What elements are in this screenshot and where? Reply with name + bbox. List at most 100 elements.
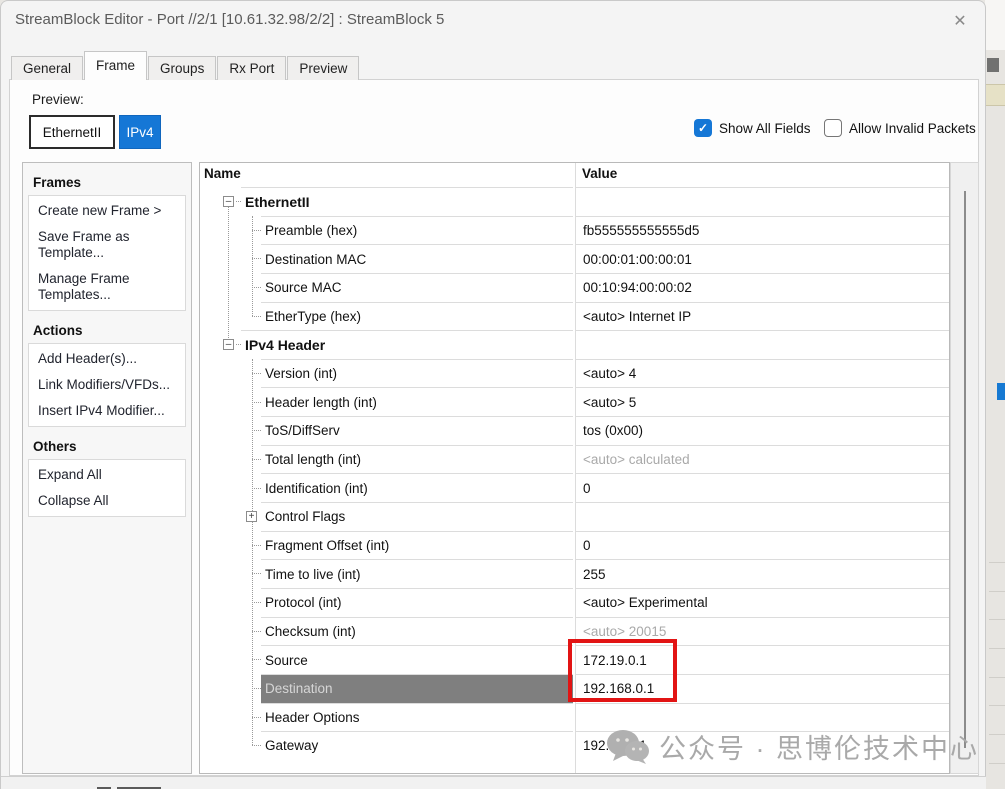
field-name[interactable]: Source <box>261 645 573 674</box>
field-value[interactable]: tos (0x00) <box>576 416 949 445</box>
scrollbar-thumb[interactable] <box>964 191 966 748</box>
checkbox-unchecked-icon[interactable] <box>824 119 842 137</box>
field-name[interactable]: Identification (int) <box>261 473 573 502</box>
field-value[interactable]: <auto> 20015 <box>576 617 949 646</box>
table-row-ethertype-hex: EtherType (hex)<auto> Internet IP <box>200 302 949 331</box>
sidebar-item-manage-frame-templates[interactable]: Manage Frame Templates... <box>29 266 185 308</box>
field-value[interactable]: 172.19.0.1 <box>576 645 949 674</box>
show-all-fields-option[interactable]: ✓ Show All Fields <box>694 119 811 137</box>
field-name[interactable]: Fragment Offset (int) <box>261 531 573 560</box>
background-row-line <box>989 734 1005 735</box>
sidebar-section-title: Actions <box>23 319 191 343</box>
background-row-line <box>989 648 1005 649</box>
field-value[interactable]: <auto> calculated <box>576 445 949 474</box>
sidebar-item-collapse-all[interactable]: Collapse All <box>29 488 185 514</box>
preview-label: Preview: <box>32 92 84 107</box>
header-button-ipv4[interactable]: IPv4 <box>119 115 161 149</box>
field-name[interactable]: Total length (int) <box>261 445 573 474</box>
column-header-name: Name <box>204 166 241 181</box>
field-name[interactable]: Checksum (int) <box>261 617 573 646</box>
sidebar-item-save-frame-as-template[interactable]: Save Frame as Template... <box>29 224 185 266</box>
table-row-protocol-int: Protocol (int)<auto> Experimental <box>200 588 949 617</box>
header-button-ethernetii[interactable]: EthernetII <box>29 115 115 149</box>
expander-minus-icon[interactable]: – <box>223 196 234 207</box>
field-name[interactable]: Version (int) <box>261 359 573 388</box>
field-value[interactable]: 255 <box>576 559 949 588</box>
field-value[interactable]: 0 <box>576 473 949 502</box>
field-name[interactable]: Gateway <box>261 731 573 760</box>
checkbox-checked-icon[interactable]: ✓ <box>694 119 712 137</box>
table-row-fragment-offset-int: Fragment Offset (int)0 <box>200 531 949 560</box>
field-name[interactable]: Destination MAC <box>261 244 573 273</box>
background-fragment <box>985 0 1005 50</box>
field-name[interactable]: Time to live (int) <box>261 559 573 588</box>
field-value[interactable]: 00:10:94:00:00:02 <box>576 273 949 302</box>
field-value[interactable] <box>576 502 949 531</box>
field-name[interactable]: Preamble (hex) <box>261 216 573 245</box>
allow-invalid-packets-option[interactable]: Allow Invalid Packets <box>824 119 976 137</box>
table-row-source: Source172.19.0.1 <box>200 645 949 674</box>
streamblock-editor-dialog: StreamBlock Editor - Port //2/1 [10.61.3… <box>0 0 986 789</box>
field-name[interactable]: Control Flags <box>261 502 573 531</box>
table-row-control-flags: Control Flags <box>200 502 949 531</box>
expander-plus-icon[interactable]: + <box>246 511 257 522</box>
table-row-header-options: Header Options <box>200 703 949 732</box>
frame-fields-table: Name Value EthernetIIPreamble (hex)fb555… <box>199 162 950 774</box>
tab-general[interactable]: General <box>11 56 83 80</box>
field-name[interactable]: IPv4 Header <box>241 330 573 359</box>
show-all-fields-label: Show All Fields <box>719 121 811 136</box>
field-value[interactable]: fb555555555555d5 <box>576 216 949 245</box>
field-name[interactable]: Header length (int) <box>261 387 573 416</box>
field-value[interactable]: <auto> 5 <box>576 387 949 416</box>
background-row-line <box>989 705 1005 706</box>
field-name[interactable]: EthernetII <box>241 187 573 216</box>
sidebar-item-create-new-frame[interactable]: Create new Frame > <box>29 198 185 224</box>
tab-groups[interactable]: Groups <box>148 56 216 80</box>
field-name[interactable]: ToS/DiffServ <box>261 416 573 445</box>
sidebar-section-box: Add Header(s)...Link Modifiers/VFDs...In… <box>28 343 186 427</box>
sidebar-item-add-header-s[interactable]: Add Header(s)... <box>29 346 185 372</box>
allow-invalid-packets-label: Allow Invalid Packets <box>849 121 976 136</box>
window-title: StreamBlock Editor - Port //2/1 [10.61.3… <box>15 11 444 28</box>
frame-tab-panel: Preview: EthernetII IPv4 ✓ Show All Fiel… <box>9 79 979 776</box>
table-row-ipv4-header: IPv4 Header <box>200 330 949 359</box>
table-row-destination: Destination192.168.0.1 <box>200 674 949 703</box>
field-name[interactable]: Header Options <box>261 703 573 732</box>
sidebar-section-actions: ActionsAdd Header(s)...Link Modifiers/VF… <box>23 319 191 427</box>
field-value[interactable]: <auto> Internet IP <box>576 302 949 331</box>
field-value[interactable]: <auto> 4 <box>576 359 949 388</box>
field-value[interactable] <box>576 330 949 359</box>
tab-bar: GeneralFrameGroupsRx PortPreview <box>11 52 360 80</box>
tab-frame[interactable]: Frame <box>84 51 147 80</box>
background-window-strip <box>985 0 1005 789</box>
field-value[interactable]: 0 <box>576 531 949 560</box>
field-value[interactable]: <auto> Experimental <box>576 588 949 617</box>
background-row-line <box>989 763 1005 764</box>
field-name[interactable]: Protocol (int) <box>261 588 573 617</box>
sidebar-item-expand-all[interactable]: Expand All <box>29 462 185 488</box>
field-name[interactable]: EtherType (hex) <box>261 302 573 331</box>
field-value[interactable]: 00:00:01:00:00:01 <box>576 244 949 273</box>
background-row-line <box>989 591 1005 592</box>
close-button[interactable]: ✕ <box>947 8 973 34</box>
field-value[interactable]: 192.168.0.1 <box>576 674 949 703</box>
field-value[interactable] <box>576 187 949 216</box>
sidebar-section-title: Frames <box>23 171 191 195</box>
field-value[interactable] <box>576 703 949 732</box>
background-text-fragment <box>987 58 999 72</box>
field-name[interactable]: Source MAC <box>261 273 573 302</box>
sidebar-item-insert-ipv4-modifier[interactable]: Insert IPv4 Modifier... <box>29 398 185 424</box>
table-row-time-to-live-int: Time to live (int)255 <box>200 559 949 588</box>
tab-preview[interactable]: Preview <box>287 56 359 80</box>
sidebar-item-link-modifiers-vfds[interactable]: Link Modifiers/VFDs... <box>29 372 185 398</box>
background-row-fragment <box>985 84 1005 106</box>
title-bar[interactable]: StreamBlock Editor - Port //2/1 [10.61.3… <box>1 1 985 41</box>
table-row-version-int: Version (int)<auto> 4 <box>200 359 949 388</box>
field-value[interactable]: 192.85.1.1 <box>576 731 949 760</box>
expander-minus-icon[interactable]: – <box>223 339 234 350</box>
field-name[interactable]: Destination <box>261 674 573 703</box>
vertical-scrollbar[interactable] <box>950 162 979 774</box>
sidebar-section-others: OthersExpand AllCollapse All <box>23 435 191 517</box>
table-row-ethernetii: EthernetII <box>200 187 949 216</box>
tab-rx-port[interactable]: Rx Port <box>217 56 286 80</box>
